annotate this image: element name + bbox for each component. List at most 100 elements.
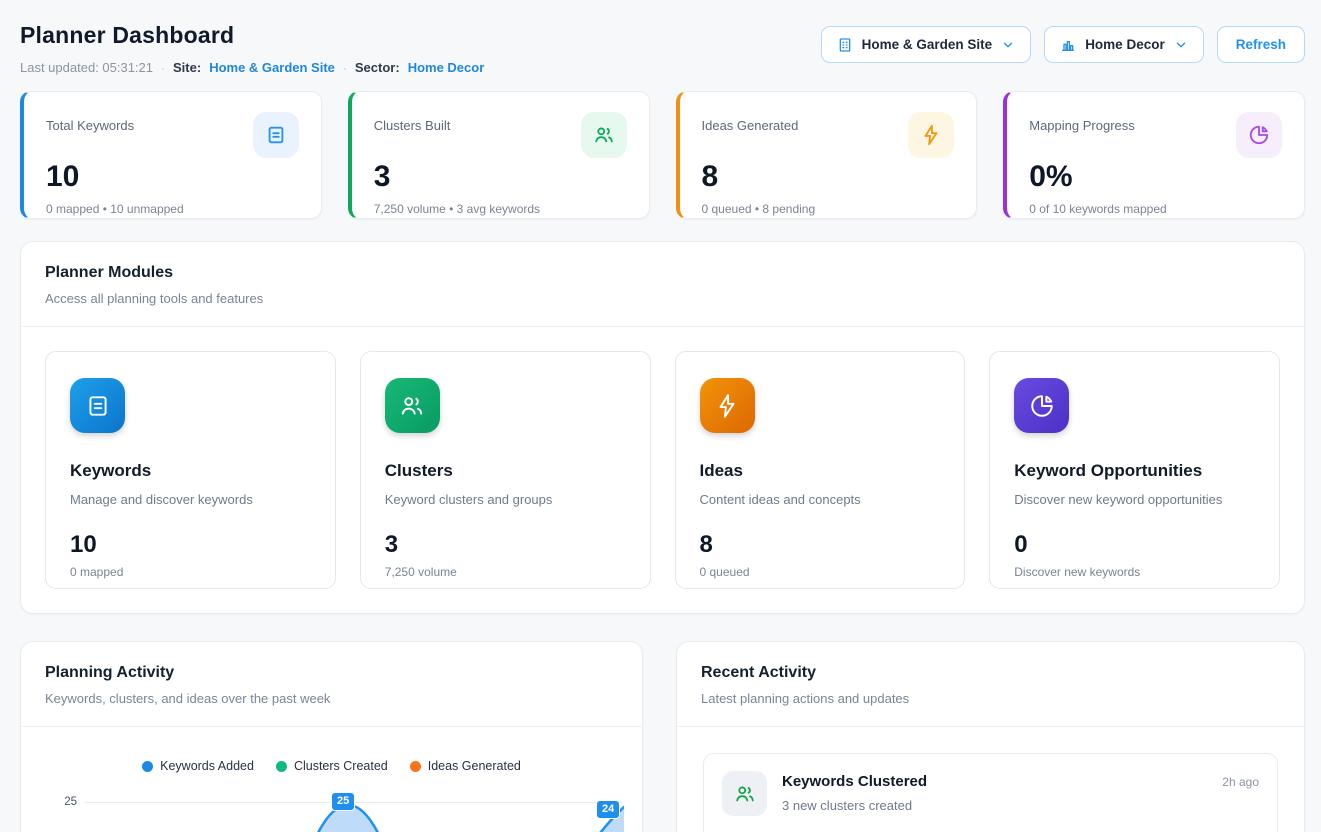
module-value: 3 <box>385 531 626 559</box>
legend-item-clusters-created: Clusters Created <box>276 759 388 773</box>
stat-caption: 0 mapped • 10 unmapped <box>46 202 299 216</box>
module-title: Keyword Opportunities <box>1014 461 1255 481</box>
site-link[interactable]: Home & Garden Site <box>209 60 335 75</box>
bolt-icon <box>908 112 954 158</box>
dot-separator: · <box>343 61 347 75</box>
module-caption: 0 mapped <box>70 565 311 579</box>
stat-label: Ideas Generated <box>702 112 799 133</box>
site-label: Site: <box>173 60 201 75</box>
legend-dot-green <box>276 761 287 772</box>
activity-title: Keywords Clustered <box>782 773 927 790</box>
sector-dropdown[interactable]: Home Decor <box>1044 26 1204 63</box>
legend-label: Keywords Added <box>160 759 254 773</box>
chevron-down-icon <box>1001 38 1015 52</box>
stat-value: 3 <box>374 160 627 193</box>
stat-card-mapping-progress: Mapping Progress 0% 0 of 10 keywords map… <box>1003 91 1305 219</box>
legend-dot-orange <box>410 761 421 772</box>
stat-card-clusters-built: Clusters Built 3 7,250 volume • 3 avg ke… <box>348 91 650 219</box>
sector-dropdown-label: Home Decor <box>1085 37 1165 52</box>
planner-modules-header: Planner Modules Access all planning tool… <box>21 242 1304 327</box>
users-icon <box>581 112 627 158</box>
page-header: Planner Dashboard Last updated: 05:31:21… <box>20 22 1305 75</box>
panel-subtitle: Keywords, clusters, and ideas over the p… <box>45 691 618 706</box>
pie-chart-icon <box>1014 378 1069 433</box>
stats-row: Total Keywords 10 0 mapped • 10 unmapped… <box>20 91 1305 219</box>
bar-chart-icon <box>1060 37 1076 53</box>
activity-item-keywords-clustered[interactable]: Keywords Clustered 3 new clusters create… <box>703 753 1278 832</box>
activity-description: 3 new clusters created <box>782 798 927 813</box>
site-dropdown[interactable]: Home & Garden Site <box>821 26 1032 63</box>
planner-modules-panel: Planner Modules Access all planning tool… <box>20 241 1305 614</box>
module-title: Ideas <box>700 461 941 481</box>
panel-title: Recent Activity <box>701 664 1280 682</box>
panel-subtitle: Access all planning tools and features <box>45 291 1280 306</box>
module-card-keywords[interactable]: Keywords Manage and discover keywords 10… <box>45 351 336 589</box>
refresh-button[interactable]: Refresh <box>1217 26 1305 63</box>
data-point-label: 25 <box>332 793 354 810</box>
stat-caption: 0 of 10 keywords mapped <box>1029 202 1282 216</box>
module-value: 8 <box>700 531 941 559</box>
activity-timestamp: 2h ago <box>1222 775 1259 789</box>
bottom-row: Planning Activity Keywords, clusters, an… <box>20 614 1305 832</box>
bolt-icon <box>700 378 755 433</box>
legend-label: Clusters Created <box>294 759 388 773</box>
legend-dot-blue <box>142 761 153 772</box>
legend-item-ideas-generated: Ideas Generated <box>410 759 521 773</box>
module-description: Content ideas and concepts <box>700 492 941 507</box>
page-subtitle: Last updated: 05:31:21 · Site: Home & Ga… <box>20 60 484 75</box>
stat-label: Mapping Progress <box>1029 112 1135 133</box>
recent-activity-list: Keywords Clustered 3 new clusters create… <box>677 727 1304 832</box>
recent-activity-panel: Recent Activity Latest planning actions … <box>676 641 1305 832</box>
chevron-down-icon <box>1174 38 1188 52</box>
header-actions: Home & Garden Site Home Decor Refresh <box>821 26 1305 63</box>
panel-title: Planning Activity <box>45 664 618 682</box>
module-caption: Discover new keywords <box>1014 565 1255 579</box>
module-value: 0 <box>1014 531 1255 559</box>
stat-caption: 7,250 volume • 3 avg keywords <box>374 202 627 216</box>
last-updated-text: Last updated: 05:31:21 <box>20 60 153 75</box>
module-card-keyword-opportunities[interactable]: Keyword Opportunities Discover new keywo… <box>989 351 1280 589</box>
panel-subtitle: Latest planning actions and updates <box>701 691 1280 706</box>
page-title: Planner Dashboard <box>20 22 484 49</box>
module-title: Keywords <box>70 461 311 481</box>
module-value: 10 <box>70 531 311 559</box>
planner-dashboard-page: Planner Dashboard Last updated: 05:31:21… <box>0 0 1321 832</box>
recent-activity-header: Recent Activity Latest planning actions … <box>677 642 1304 727</box>
module-description: Manage and discover keywords <box>70 492 311 507</box>
activity-item-text: Keywords Clustered 3 new clusters create… <box>782 771 927 832</box>
modules-grid: Keywords Manage and discover keywords 10… <box>21 327 1304 613</box>
page-header-left: Planner Dashboard Last updated: 05:31:21… <box>20 22 484 75</box>
module-title: Clusters <box>385 461 626 481</box>
building-icon <box>837 37 853 53</box>
module-card-ideas[interactable]: Ideas Content ideas and concepts 8 0 que… <box>675 351 966 589</box>
planning-activity-panel: Planning Activity Keywords, clusters, an… <box>20 641 643 832</box>
sector-link[interactable]: Home Decor <box>408 60 485 75</box>
panel-title: Planner Modules <box>45 264 1280 282</box>
stat-value: 0% <box>1029 160 1282 193</box>
stat-value: 10 <box>46 160 299 193</box>
sector-label: Sector: <box>355 60 400 75</box>
document-icon <box>253 112 299 158</box>
site-dropdown-label: Home & Garden Site <box>862 37 993 52</box>
stat-label: Total Keywords <box>46 112 134 133</box>
module-description: Discover new keyword opportunities <box>1014 492 1255 507</box>
chart-plot-area: 25 25 24 <box>41 781 622 832</box>
planning-activity-header: Planning Activity Keywords, clusters, an… <box>21 642 642 727</box>
document-icon <box>70 378 125 433</box>
users-icon <box>385 378 440 433</box>
stat-value: 8 <box>702 160 955 193</box>
module-card-clusters[interactable]: Clusters Keyword clusters and groups 3 7… <box>360 351 651 589</box>
stat-label: Clusters Built <box>374 112 451 133</box>
legend-label: Ideas Generated <box>428 759 521 773</box>
pie-chart-icon <box>1236 112 1282 158</box>
stat-caption: 0 queued • 8 pending <box>702 202 955 216</box>
dot-separator: · <box>161 61 165 75</box>
stat-card-total-keywords: Total Keywords 10 0 mapped • 10 unmapped <box>20 91 322 219</box>
module-caption: 7,250 volume <box>385 565 626 579</box>
module-description: Keyword clusters and groups <box>385 492 626 507</box>
legend-item-keywords-added: Keywords Added <box>142 759 254 773</box>
data-point-label: 24 <box>597 801 619 818</box>
module-caption: 0 queued <box>700 565 941 579</box>
planning-activity-chart: Keywords Added Clusters Created Ideas Ge… <box>21 727 642 832</box>
chart-legend: Keywords Added Clusters Created Ideas Ge… <box>41 759 622 773</box>
